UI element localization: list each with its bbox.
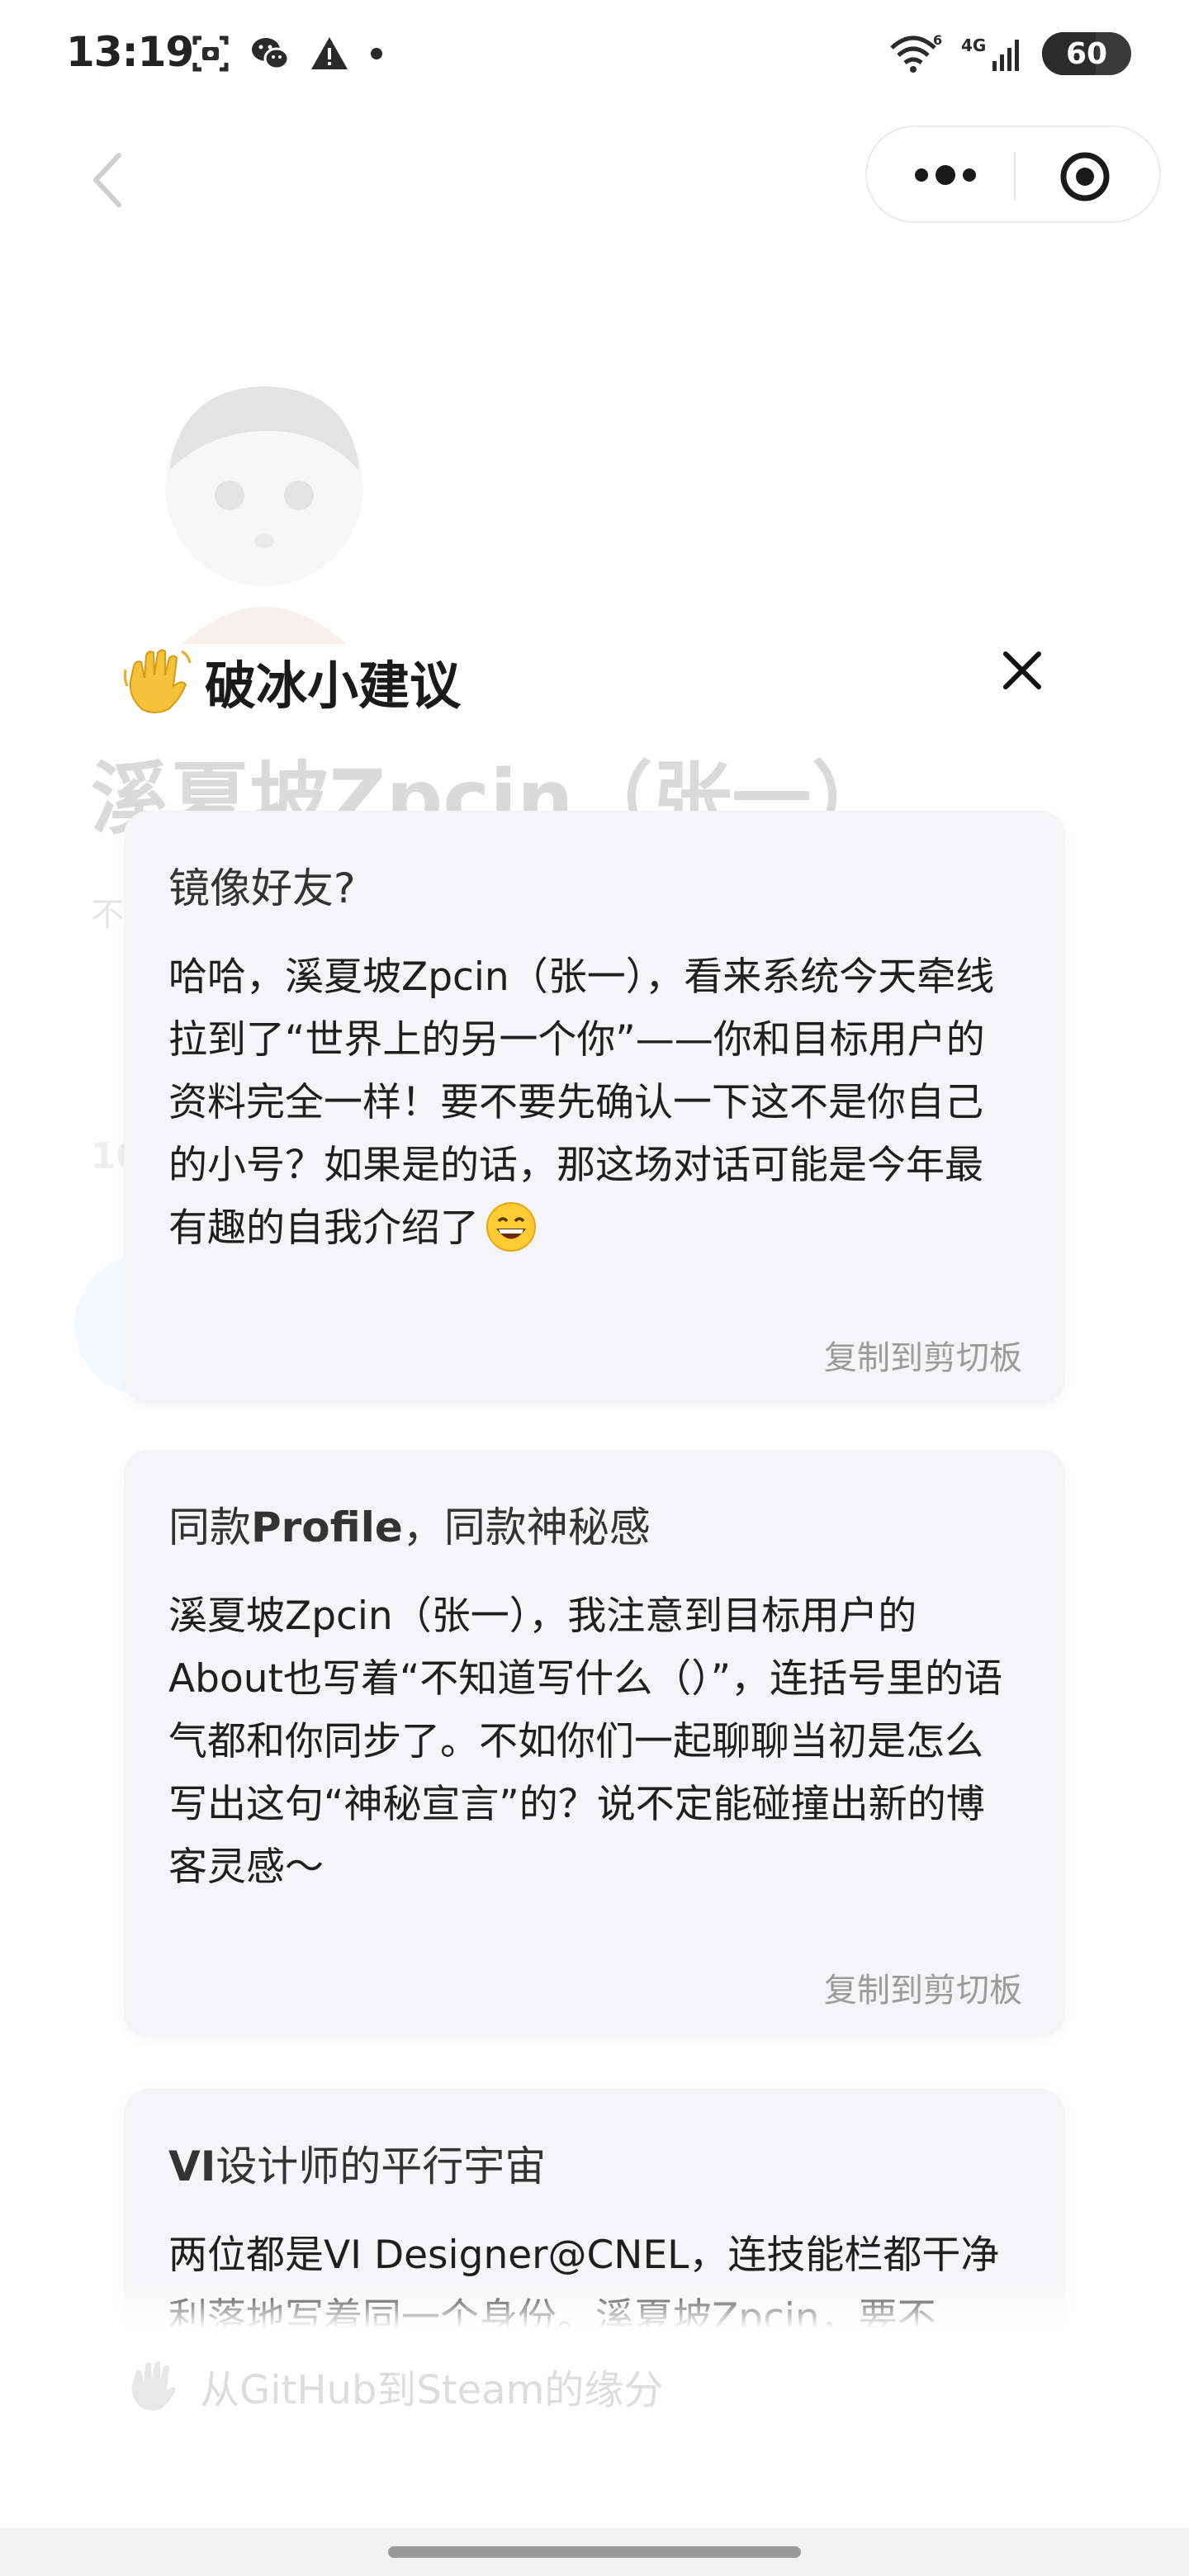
home-indicator[interactable] [388,2546,801,2558]
grinning-face-icon [486,1202,536,1252]
card-title: 镜像好友? [168,864,356,912]
status-icons-right: 6 4G 60 [888,31,1131,76]
battery-level: 60 [1065,36,1108,71]
status-icons-left [190,33,385,74]
footer-label: 从GitHub到Steam的缘分 [200,2367,664,2413]
card-title-bold: VI [168,2143,216,2190]
card-body-text: 哈哈，溪夏坡Zpcin（张一），看来系统今天牵线拉到了“世界上的另一个你”——你… [168,954,995,1251]
card-body: 哈哈，溪夏坡Zpcin（张一），看来系统今天牵线拉到了“世界上的另一个你”——你… [168,946,1021,1260]
miniprogram-capsule [865,125,1161,223]
svg-text:4G: 4G [961,36,986,55]
popup-title: 破冰小建议 [205,656,462,716]
popup-header: 破冰小建议 [121,644,461,718]
more-button[interactable] [900,152,991,198]
close-miniprogram-button[interactable] [1059,150,1111,203]
waving-hand-icon [131,2361,176,2411]
copy-to-clipboard-button[interactable]: 复制到剪切板 [824,1331,1022,1379]
wifi-icon: 6 [890,32,942,73]
battery-icon: 60 [1042,32,1131,75]
waving-hand-icon [123,649,192,713]
status-bar: 13:19 6 4G 60 [0,0,1189,107]
background-footer: 从GitHub到Steam的缘分 [124,2357,663,2415]
svg-text:6: 6 [933,32,942,48]
suggestion-card: 同款Profile，同款神秘感 溪夏坡Zpcin（张一），我注意到目标用户的Ab… [124,1450,1065,2036]
card-title-suffix: 设计师的平行宇宙 [216,2143,547,2190]
cellular-icon: 4G [961,36,1019,71]
card-title-prefix: 同款 [168,1503,251,1551]
avatar [165,386,363,644]
capsule-divider [1014,152,1016,200]
copy-to-clipboard-button[interactable]: 复制到剪切板 [824,1963,1022,2011]
scroll-fade [0,2279,1189,2328]
suggestion-card: 镜像好友? 哈哈，溪夏坡Zpcin（张一），看来系统今天牵线拉到了“世界上的另一… [124,811,1065,1404]
back-button[interactable] [83,147,132,213]
warning-icon [311,37,348,69]
card-title: VI设计师的平行宇宙 [168,2140,1021,2193]
card-title-suffix: ，同款神秘感 [402,1503,651,1551]
status-time: 13:19 [66,28,194,76]
close-icon[interactable] [997,646,1047,695]
screenshot-icon [192,36,229,72]
card-title: 同款Profile，同款神秘感 [168,1501,1021,1554]
dot-icon [371,48,382,59]
card-title-bold: Profile [251,1503,403,1551]
card-body: 溪夏坡Zpcin（张一），我注意到目标用户的About也写着“不知道写什么（）”… [168,1593,1003,1890]
wechat-icon [252,38,290,70]
suggestion-list[interactable]: 镜像好友? 哈哈，溪夏坡Zpcin（张一），看来系统今天牵线拉到了“世界上的另一… [0,793,1189,2328]
